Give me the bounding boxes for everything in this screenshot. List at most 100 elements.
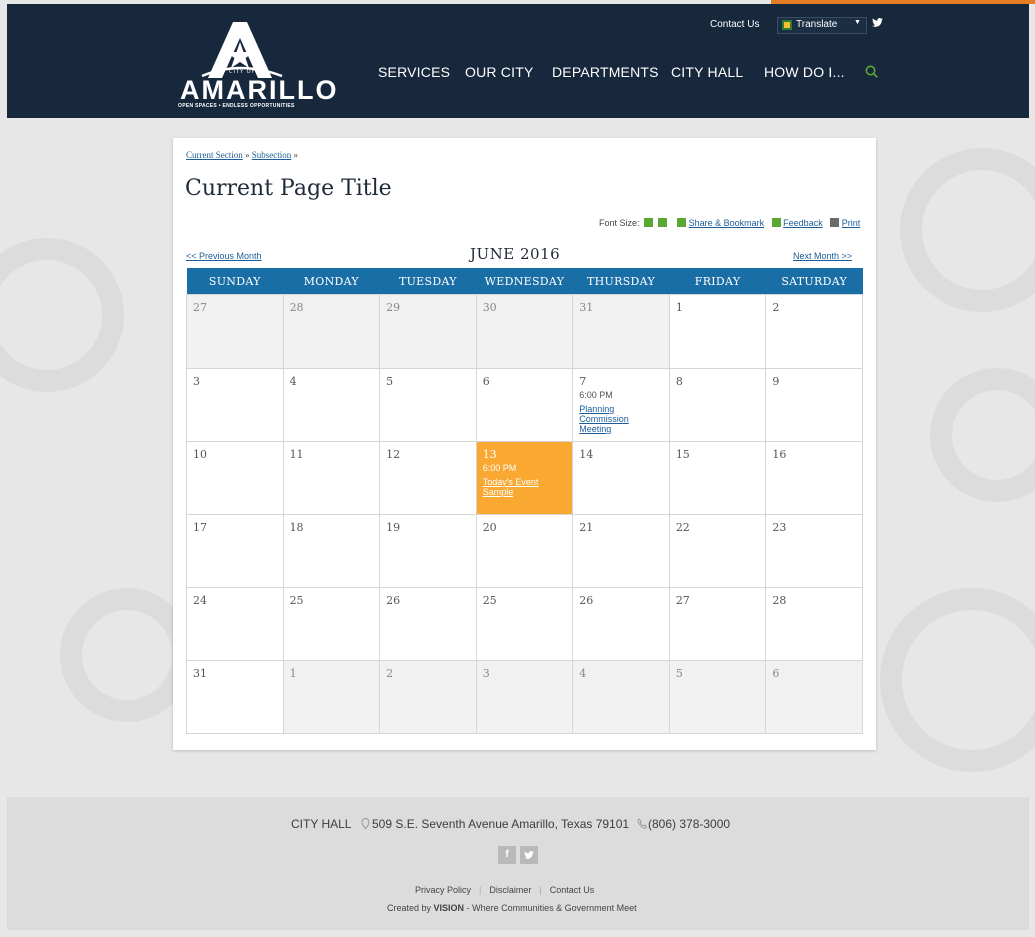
nav-departments[interactable]: DEPARTMENTS xyxy=(552,64,659,80)
contact-us-link[interactable]: Contact Us xyxy=(710,19,759,30)
twitter-icon[interactable] xyxy=(872,18,883,27)
twitter-icon[interactable] xyxy=(520,846,538,864)
event-time: 6:00 PM xyxy=(482,463,517,473)
amarillo-logo[interactable]: CITY OF AMARILLO OPEN SPACES • ENDLESS O… xyxy=(172,16,336,111)
weekday-header: THURSDAY xyxy=(572,268,670,295)
calendar-day[interactable]: 14 xyxy=(572,441,670,515)
day-number: 1 xyxy=(675,301,683,314)
credit-suffix: - Where Communities & Government Meet xyxy=(466,903,637,913)
event-link[interactable]: Planning Commission Meeting xyxy=(579,404,663,434)
map-pin-icon xyxy=(361,818,370,829)
font-size-label: Font Size: xyxy=(599,218,640,228)
calendar-day[interactable]: 27 xyxy=(186,294,284,369)
day-number: 6 xyxy=(772,667,780,680)
day-number: 25 xyxy=(289,594,304,607)
calendar-day[interactable]: 26 xyxy=(572,587,670,661)
feedback-link[interactable]: Feedback xyxy=(783,218,823,228)
font-increase-icon[interactable] xyxy=(644,218,654,227)
calendar-day[interactable]: 16 xyxy=(765,441,863,515)
day-number: 1 xyxy=(289,667,297,680)
disclaimer-link[interactable]: Disclaimer xyxy=(489,885,531,895)
calendar-day[interactable]: 7 6:00 PM Planning Commission Meeting xyxy=(572,368,670,442)
day-number: 17 xyxy=(193,521,207,534)
calendar-week-row: 3 4 5 6 7 6:00 PM Planning Commission Meeting 8… xyxy=(186,368,863,442)
calendar-day[interactable]: 2 xyxy=(379,660,477,734)
weekday-header: FRIDAY xyxy=(669,268,766,295)
nav-city-hall[interactable]: CITY HALL xyxy=(671,64,743,80)
calendar-day[interactable]: 29 xyxy=(379,294,477,369)
calendar-day[interactable]: 26 xyxy=(379,587,477,661)
calendar-day[interactable]: 11 xyxy=(282,441,381,515)
calendar-day[interactable]: 22 xyxy=(668,514,767,588)
font-decrease-icon[interactable] xyxy=(657,218,667,227)
calendar-day[interactable]: 20 xyxy=(475,514,574,588)
weekday-header: MONDAY xyxy=(283,268,380,295)
calendar-day[interactable]: 19 xyxy=(379,514,477,588)
calendar-day[interactable]: 25 xyxy=(475,587,574,661)
calendar-day[interactable]: 4 xyxy=(282,368,381,442)
nav-how-do-i[interactable]: HOW DO I... xyxy=(764,64,845,80)
calendar-day[interactable]: 4 xyxy=(572,660,670,734)
footer-city-hall-label: CITY HALL xyxy=(291,817,352,831)
day-number: 6 xyxy=(482,375,490,388)
day-number: 2 xyxy=(386,667,394,680)
day-number: 25 xyxy=(482,594,497,607)
search-icon[interactable] xyxy=(865,65,878,78)
calendar-day[interactable]: 17 xyxy=(186,514,284,588)
day-number: 7 xyxy=(579,375,587,388)
calendar-day[interactable]: 8 xyxy=(668,368,767,442)
calendar-day[interactable]: 10 xyxy=(186,441,284,515)
calendar-day[interactable]: 5 xyxy=(668,660,767,734)
share-bookmark-link[interactable]: Share & Bookmark xyxy=(689,218,765,228)
calendar-day[interactable]: 9 xyxy=(765,368,863,442)
calendar-day[interactable]: 6 xyxy=(765,660,863,734)
site-footer: CITY HALL 509 S.E. Seventh Avenue Amaril… xyxy=(7,797,1029,930)
calendar-day[interactable]: 28 xyxy=(282,294,381,369)
nav-services[interactable]: SERVICES xyxy=(378,64,450,80)
day-number: 2 xyxy=(772,301,780,314)
calendar-day[interactable]: 2 xyxy=(765,294,863,369)
calendar-day[interactable]: 23 xyxy=(765,514,863,588)
footer-contact-link[interactable]: Contact Us xyxy=(550,885,595,895)
print-link[interactable]: Print xyxy=(842,218,861,228)
breadcrumb-separator: » xyxy=(245,150,250,160)
weekday-header-row: SUNDAY MONDAY TUESDAY WEDNESDAY THURSDAY FRID… xyxy=(186,268,863,295)
calendar-day[interactable]: 31 xyxy=(572,294,670,369)
privacy-policy-link[interactable]: Privacy Policy xyxy=(415,885,471,895)
feedback-icon xyxy=(771,218,781,227)
calendar-day[interactable]: 24 xyxy=(186,587,284,661)
calendar-day[interactable]: 27 xyxy=(668,587,767,661)
nav-our-city[interactable]: OUR CITY xyxy=(465,64,534,80)
vision-link[interactable]: VISION xyxy=(434,903,465,913)
day-number: 5 xyxy=(675,667,683,680)
calendar-day[interactable]: 6 xyxy=(475,368,574,442)
calendar-day[interactable]: 18 xyxy=(282,514,381,588)
calendar-day[interactable]: 3 xyxy=(475,660,574,734)
breadcrumb-subsection[interactable]: Subsection xyxy=(252,150,292,160)
calendar-day[interactable]: 1 xyxy=(668,294,767,369)
calendar-day[interactable]: 15 xyxy=(668,441,767,515)
day-number: 28 xyxy=(289,301,304,314)
calendar-day[interactable]: 21 xyxy=(572,514,670,588)
next-month-link[interactable]: Next Month >> xyxy=(793,251,852,261)
phone-icon xyxy=(637,818,647,829)
logo-wordmark: AMARILLO xyxy=(180,75,339,105)
event-link[interactable]: Today's Event Sample xyxy=(483,477,567,497)
facebook-icon[interactable]: f xyxy=(498,846,516,864)
translate-select[interactable]: Translate ▼ xyxy=(777,17,867,34)
calendar-day[interactable]: 3 xyxy=(186,368,284,442)
calendar-day[interactable]: 31 xyxy=(186,660,284,734)
calendar-day[interactable]: 25 xyxy=(282,587,381,661)
calendar-day[interactable]: 5 xyxy=(379,368,477,442)
calendar-day-today[interactable]: 13 6:00 PM Today's Event Sample xyxy=(475,441,574,515)
breadcrumb-current-section[interactable]: Current Section xyxy=(186,150,243,160)
calendar-day[interactable]: 28 xyxy=(765,587,863,661)
calendar-day[interactable]: 1 xyxy=(282,660,381,734)
calendar-day[interactable]: 12 xyxy=(379,441,477,515)
content-card: Current Section » Subsection » Current P… xyxy=(173,138,876,750)
month-title: JUNE 2016 xyxy=(470,245,561,263)
day-number: 20 xyxy=(482,521,497,534)
calendar-week-row: 17 18 19 20 21 22 23 xyxy=(186,514,863,588)
previous-month-link[interactable]: << Previous Month xyxy=(186,251,262,261)
calendar-day[interactable]: 30 xyxy=(475,294,574,369)
